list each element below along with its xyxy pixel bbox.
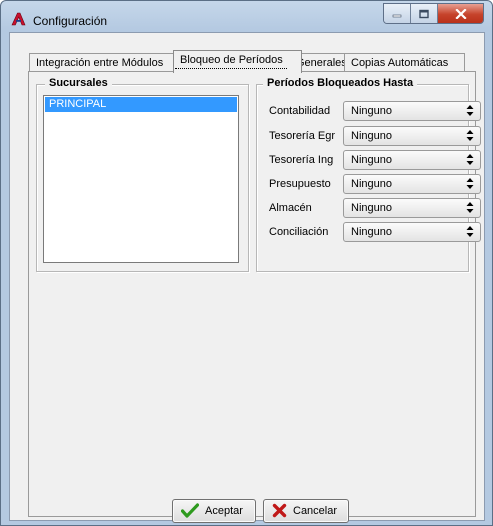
updown-arrow-icon (466, 226, 474, 237)
minimize-icon (392, 14, 402, 17)
tab-copias-automaticas[interactable]: Copias Automáticas (344, 53, 465, 72)
periodos-title: Períodos Bloqueados Hasta (263, 77, 418, 89)
period-label: Contabilidad (269, 105, 331, 117)
tab-label: Generales (296, 57, 347, 69)
presupuesto-select[interactable]: Ninguno (343, 174, 481, 194)
tesoreria-ing-select[interactable]: Ninguno (343, 150, 481, 170)
select-value: Ninguno (351, 105, 392, 117)
select-value: Ninguno (351, 226, 392, 238)
tab-bloqueo-periodos[interactable]: Bloqueo de Períodos (173, 50, 302, 73)
tab-panel-bloqueo-periodos: Sucursales PRINCIPAL Períodos Bloqueados… (28, 71, 481, 517)
select-value: Ninguno (351, 154, 392, 166)
window-title: Configuración (33, 14, 108, 28)
updown-arrow-icon (466, 154, 474, 165)
conciliacion-select[interactable]: Ninguno (343, 222, 481, 242)
sucursales-listbox[interactable]: PRINCIPAL (43, 95, 239, 263)
periodos-groupbox: Períodos Bloqueados Hasta Contabilidad N… (256, 77, 481, 272)
select-value: Ninguno (351, 178, 392, 190)
title-bar[interactable]: Configuración (1, 1, 492, 33)
period-label: Presupuesto (269, 178, 331, 190)
close-icon (454, 8, 467, 19)
sucursales-title: Sucursales (45, 77, 112, 89)
sucursales-groupbox: Sucursales PRINCIPAL (36, 77, 249, 272)
tab-label: Bloqueo de Períodos (180, 54, 283, 66)
updown-arrow-icon (466, 130, 474, 141)
tab-integracion-modulos[interactable]: Integración entre Módulos (29, 53, 174, 72)
select-value: Ninguno (351, 130, 392, 142)
checkmark-icon (181, 503, 199, 518)
period-label: Conciliación (269, 226, 329, 238)
select-value: Ninguno (351, 202, 392, 214)
updown-arrow-icon (466, 202, 474, 213)
period-label: Tesorería Ing (269, 154, 334, 166)
period-label: Tesorería Egr (269, 130, 336, 142)
app-logo-a-icon (11, 12, 26, 26)
cancel-label: Cancelar (293, 505, 338, 517)
list-item[interactable]: PRINCIPAL (45, 97, 237, 112)
cancel-button[interactable]: Cancelar (263, 499, 349, 523)
close-button[interactable] (438, 4, 483, 23)
period-label: Almacén (269, 202, 312, 214)
maximize-button[interactable] (411, 4, 438, 23)
updown-arrow-icon (466, 178, 474, 189)
x-cross-icon (272, 503, 287, 518)
updown-arrow-icon (466, 105, 474, 116)
tab-label: Integración entre Módulos (36, 57, 164, 69)
tesoreria-egr-select[interactable]: Ninguno (343, 126, 481, 146)
almacen-select[interactable]: Ninguno (343, 198, 481, 218)
window-controls (383, 3, 484, 24)
minimize-button[interactable] (384, 4, 411, 23)
tab-label: Copias Automáticas (351, 57, 449, 69)
accept-button[interactable]: Aceptar (172, 499, 256, 523)
dialog-client-area: Integración entre Módulos Bloqueo de Per… (9, 32, 485, 523)
contabilidad-select[interactable]: Ninguno (343, 101, 481, 121)
maximize-icon (419, 9, 429, 18)
accept-label: Aceptar (205, 505, 243, 517)
dialog-window: Configuración Integración entre Módulos … (0, 0, 493, 526)
